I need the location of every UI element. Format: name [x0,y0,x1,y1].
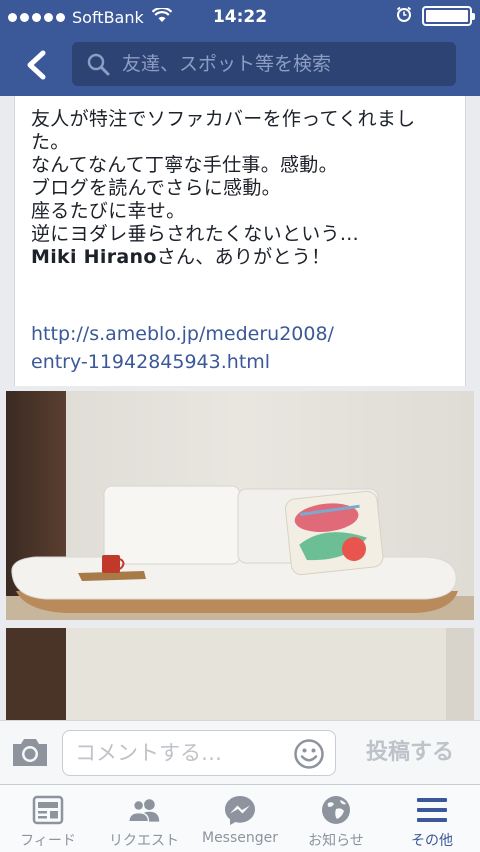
battery-icon [422,6,475,26]
tab-label: Messenger [201,830,279,846]
comment-input[interactable] [75,731,285,775]
tab-news-feed[interactable]: フィード [0,785,96,852]
camera-button[interactable] [10,735,50,769]
post-message: 友人が特注でソファカバーを作ってくれまし た。 なんてなんて丁寧な手仕事。感動。… [31,108,451,269]
comment-bar: 投稿する [0,720,480,784]
tab-label: お知らせ [308,833,364,849]
post-card: 友人が特注でソファカバーを作ってくれまし た。 なんてなんて丁寧な手仕事。感動。… [14,96,466,386]
tab-bar: フィード リクエスト Messenger お知らせ その他 [0,784,480,852]
menu-icon [415,794,449,826]
post-photo-second[interactable] [6,628,474,720]
sticker-button[interactable] [293,738,325,770]
post-line: た。 [31,131,70,153]
tab-label: リクエスト [109,833,179,849]
notifications-globe-icon [319,794,353,826]
chevron-left-icon [27,50,46,80]
post-line: ブログを読んでさらに感動。 [31,177,281,199]
post-line: 逆にヨダレ垂らされたくないという… [31,223,360,245]
tab-label: フィード [20,833,76,849]
alarm-icon [396,6,412,26]
tab-more[interactable]: その他 [384,785,480,852]
search-icon [86,51,112,77]
tab-label: その他 [411,833,453,849]
smiley-icon [294,739,324,769]
post-line: 座るたびに幸せ。 [31,200,186,222]
search-input[interactable] [122,42,456,86]
back-button[interactable] [18,46,54,84]
status-bar: SoftBank 14:22 [0,0,480,34]
url-line: http://s.ameblo.jp/mederu2008/ [31,323,334,345]
post-url-link[interactable]: http://s.ameblo.jp/mederu2008/ entry-119… [31,320,451,376]
news-feed-icon [31,794,65,826]
thanks-text: さん、ありがとう！ [156,246,331,268]
post-photo[interactable] [6,391,474,620]
url-line: entry-11942845943.html [31,351,271,373]
post-comment-button[interactable]: 投稿する [352,735,468,771]
camera-icon [13,739,47,766]
post-line: 友人が特注でソファカバーを作ってくれまし [31,108,416,130]
tagged-friend-link[interactable]: Miki Hirano [31,246,157,268]
feed-content[interactable]: 友人が特注でソファカバーを作ってくれまし た。 なんてなんて丁寧な手仕事。感動。… [0,96,480,720]
post-line: なんてなんて丁寧な手仕事。感動。 [31,154,338,176]
comment-field[interactable] [62,730,336,776]
friend-requests-icon [127,794,161,826]
messenger-icon [223,794,257,826]
search-box[interactable] [72,42,456,86]
tab-requests[interactable]: リクエスト [96,785,192,852]
navigation-bar [0,34,480,96]
tab-messenger[interactable]: Messenger [192,785,288,852]
battery-level [426,10,468,22]
tab-notifications[interactable]: お知らせ [288,785,384,852]
